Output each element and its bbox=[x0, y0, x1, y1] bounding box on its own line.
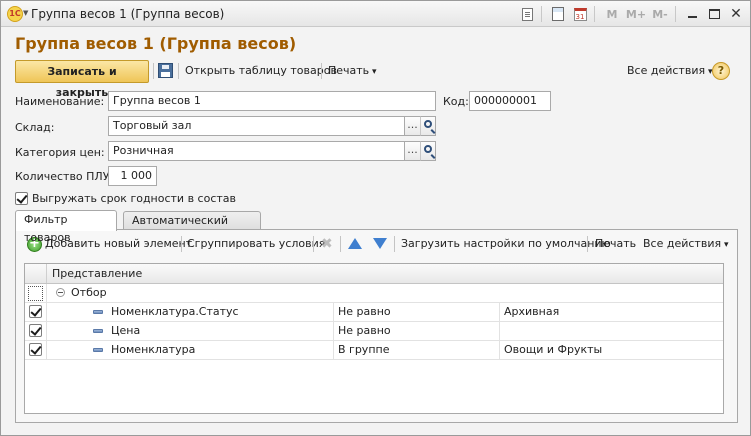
page-title: Группа весов 1 (Группа весов) bbox=[15, 34, 297, 53]
warehouse-search-icon[interactable] bbox=[420, 116, 436, 136]
open-products-table-button[interactable]: Открыть таблицу товаров bbox=[185, 60, 337, 82]
toolbar-separator bbox=[153, 63, 154, 79]
toolbar-separator bbox=[181, 236, 182, 252]
collapse-icon[interactable] bbox=[56, 288, 65, 297]
load-default-settings-button[interactable]: Загрузить настройки по умолчанию bbox=[401, 233, 611, 255]
title-toolbar: 31 M M+ M- ✕ bbox=[515, 4, 746, 24]
toolbar-separator bbox=[321, 63, 322, 79]
grid-check-cell bbox=[25, 303, 47, 321]
code-label: Код: bbox=[443, 95, 469, 108]
delete-icon[interactable]: ✖ bbox=[321, 236, 333, 252]
maximize-icon[interactable] bbox=[704, 4, 724, 24]
code-field[interactable]: 000000001 bbox=[469, 91, 551, 111]
form-window: 1С ▼ Группа весов 1 (Группа весов) 31 M … bbox=[0, 0, 751, 436]
tab-products-filter[interactable]: Фильтр товаров bbox=[15, 210, 117, 244]
filter-grid[interactable]: Представление Отбор Номенклатура.Статус … bbox=[24, 263, 724, 414]
save-icon[interactable] bbox=[158, 63, 173, 78]
warehouse-label: Склад: bbox=[15, 121, 55, 134]
doc-icon[interactable] bbox=[517, 4, 537, 24]
grid-header-representation[interactable]: Представление bbox=[52, 267, 142, 280]
row-field: Номенклатура bbox=[111, 343, 196, 356]
move-down-icon[interactable] bbox=[373, 238, 387, 249]
group-conditions-button[interactable]: Сгруппировать условия bbox=[187, 233, 325, 255]
export-expiry-checkbox[interactable] bbox=[15, 192, 28, 205]
plu-count-label: Количество ПЛУ: bbox=[15, 170, 114, 183]
title-separator bbox=[541, 6, 542, 22]
grid-header: Представление bbox=[25, 264, 723, 284]
save-and-close-button[interactable]: Записать и закрыть bbox=[15, 60, 149, 99]
row-checkbox[interactable] bbox=[29, 324, 42, 337]
condition-item-icon bbox=[93, 310, 103, 314]
plu-count-field[interactable]: 1 000 bbox=[108, 166, 157, 186]
print-menu-button[interactable]: Печать bbox=[328, 60, 377, 82]
calendar-icon[interactable]: 31 bbox=[570, 4, 590, 24]
name-label: Наименование: bbox=[15, 95, 105, 108]
grid-header-check-column bbox=[25, 264, 47, 283]
price-category-label: Категория цен: bbox=[15, 146, 105, 159]
m-plus-icon[interactable]: M+ bbox=[625, 4, 647, 24]
row-field: Номенклатура.Статус bbox=[111, 305, 239, 318]
export-expiry-label[interactable]: Выгружать срок годности в состав bbox=[32, 192, 236, 205]
move-up-icon[interactable] bbox=[348, 238, 362, 249]
row-value[interactable]: Овощи и Фрукты bbox=[499, 341, 723, 359]
row-value[interactable] bbox=[499, 322, 723, 340]
toolbar-separator bbox=[587, 236, 588, 252]
app-logo-icon[interactable]: 1С bbox=[7, 6, 23, 22]
tab-auto-exchange[interactable]: Автоматический обмен bbox=[123, 211, 261, 245]
warehouse-field[interactable]: Торговый зал bbox=[108, 116, 405, 136]
price-category-field[interactable]: Розничная bbox=[108, 141, 405, 161]
price-category-select-button[interactable]: ... bbox=[405, 141, 421, 161]
warehouse-select-button[interactable]: ... bbox=[405, 116, 421, 136]
row-value[interactable]: Архивная bbox=[499, 303, 723, 321]
row-checkbox[interactable] bbox=[29, 343, 42, 356]
title-separator bbox=[594, 6, 595, 22]
grid-check-cell bbox=[25, 341, 47, 359]
row-field: Цена bbox=[111, 324, 141, 337]
filter-all-actions-button[interactable]: Все действия bbox=[643, 233, 728, 255]
toolbar-separator bbox=[313, 236, 314, 252]
row-condition[interactable]: Не равно bbox=[333, 322, 499, 340]
close-icon[interactable]: ✕ bbox=[726, 4, 746, 24]
condition-item-icon bbox=[93, 348, 103, 352]
toolbar-separator bbox=[394, 236, 395, 252]
m-minus-icon[interactable]: M- bbox=[649, 4, 671, 24]
window-title: Группа весов 1 (Группа весов) bbox=[31, 7, 225, 21]
grid-check-cell bbox=[25, 284, 47, 302]
group-row-checkbox[interactable] bbox=[28, 286, 43, 301]
m-icon[interactable]: M bbox=[601, 4, 623, 24]
help-icon[interactable]: ? bbox=[712, 62, 730, 80]
table-row[interactable]: Номенклатура.Статус Не равно Архивная bbox=[25, 303, 723, 322]
grid-check-cell bbox=[25, 322, 47, 340]
minimize-icon[interactable] bbox=[682, 4, 702, 24]
row-condition[interactable]: В группе bbox=[333, 341, 499, 359]
filter-print-button[interactable]: Печать bbox=[595, 233, 636, 255]
title-bar: 1С ▼ Группа весов 1 (Группа весов) 31 M … bbox=[1, 1, 750, 27]
row-condition[interactable]: Не равно bbox=[333, 303, 499, 321]
table-row[interactable]: Номенклатура В группе Овощи и Фрукты bbox=[25, 341, 723, 360]
table-row[interactable]: Цена Не равно bbox=[25, 322, 723, 341]
grid-group-row[interactable]: Отбор bbox=[25, 284, 723, 303]
toolbar-separator bbox=[178, 63, 179, 79]
toolbar-separator bbox=[340, 236, 341, 252]
all-actions-menu-button[interactable]: Все действия bbox=[627, 60, 712, 82]
calculator-icon[interactable] bbox=[548, 4, 568, 24]
name-field[interactable]: Группа весов 1 bbox=[108, 91, 436, 111]
price-category-search-icon[interactable] bbox=[420, 141, 436, 161]
title-separator bbox=[675, 6, 676, 22]
group-row-label: Отбор bbox=[71, 286, 107, 299]
app-menu-arrow-icon[interactable]: ▼ bbox=[23, 9, 28, 17]
condition-item-icon bbox=[93, 329, 103, 333]
row-checkbox[interactable] bbox=[29, 305, 42, 318]
